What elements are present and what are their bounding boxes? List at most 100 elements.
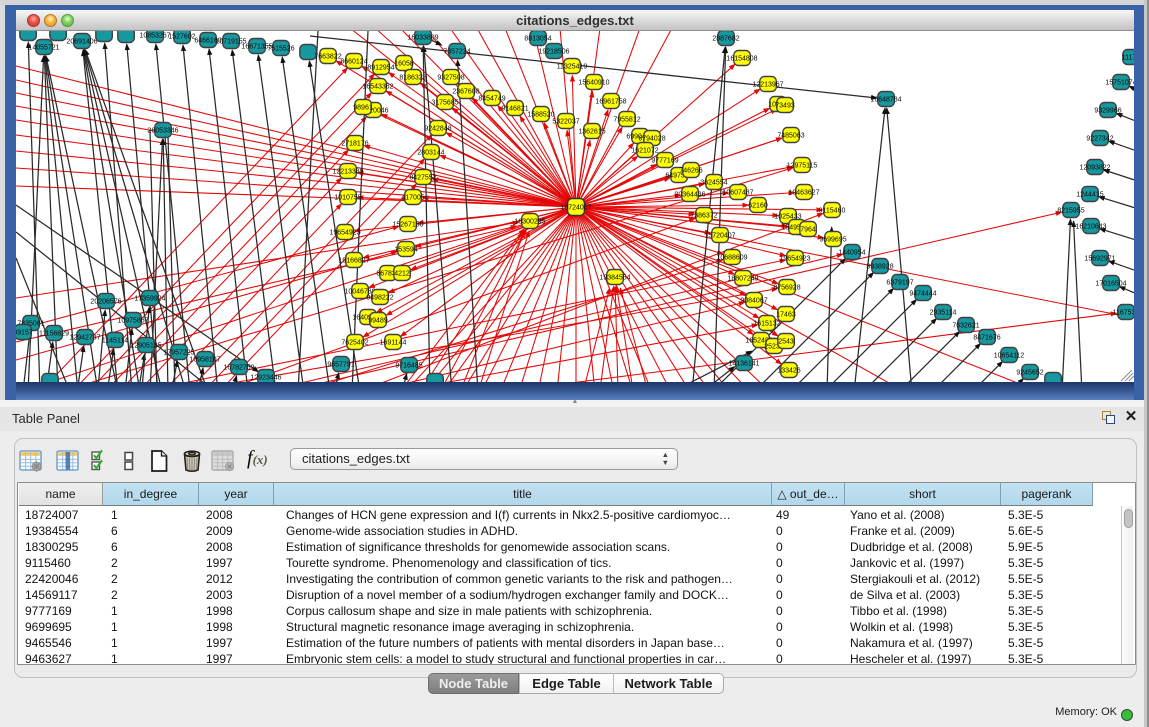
svg-text:1010755: 1010755: [334, 194, 361, 201]
svg-text:1527602: 1527602: [168, 33, 195, 40]
svg-text:7386372: 7386372: [690, 212, 717, 219]
svg-text:17463: 17463: [776, 311, 796, 318]
svg-text:10975867: 10975867: [117, 317, 148, 324]
svg-text:16782759: 16782759: [223, 364, 254, 371]
svg-text:19654923: 19654923: [329, 229, 360, 236]
svg-text:1167534: 1167534: [1113, 309, 1134, 316]
svg-text:16961758: 16961758: [595, 98, 626, 105]
svg-text:8660124: 8660124: [340, 58, 367, 65]
svg-text:5322037: 5322037: [552, 118, 579, 125]
svg-text:9084067: 9084067: [740, 297, 767, 304]
svg-text:15751074: 15751074: [1105, 79, 1134, 86]
svg-text:2543: 2543: [778, 338, 794, 345]
svg-text:9146821: 9146821: [501, 105, 528, 112]
svg-text:12213389: 12213389: [332, 168, 363, 175]
svg-text:1691144: 1691144: [380, 339, 407, 346]
svg-text:1621072: 1621072: [631, 147, 658, 154]
svg-text:6379197: 6379197: [886, 279, 913, 286]
svg-text:99489: 99489: [368, 317, 388, 324]
svg-text:7485063: 7485063: [777, 132, 804, 139]
svg-text:17957225: 17957225: [163, 349, 194, 356]
svg-text:18807249: 18807249: [727, 275, 758, 282]
svg-text:12923446: 12923446: [250, 374, 281, 381]
svg-text:20691406: 20691406: [66, 38, 97, 45]
svg-text:19384554: 19384554: [599, 274, 630, 281]
svg-text:18300295: 18300295: [514, 218, 545, 225]
svg-text:3175685: 3175685: [431, 99, 458, 106]
svg-text:15720407: 15720407: [704, 232, 735, 239]
svg-text:6794028: 6794028: [638, 135, 665, 142]
svg-text:4212: 4212: [394, 270, 410, 277]
svg-text:8756928: 8756928: [773, 284, 800, 291]
svg-text:19166827: 19166827: [338, 257, 369, 264]
svg-text:14136141: 14136141: [728, 360, 759, 367]
svg-text:1244415: 1244415: [1076, 191, 1103, 198]
svg-text:8186323: 8186323: [399, 74, 426, 81]
svg-text:133426: 133426: [777, 367, 800, 374]
svg-text:20206576: 20206576: [90, 298, 121, 305]
svg-text:7663822: 7663822: [314, 53, 341, 60]
svg-text:1362615: 1362615: [578, 128, 605, 135]
svg-text:16543362: 16543362: [362, 83, 393, 90]
svg-text:2887682: 2887682: [712, 35, 739, 42]
svg-text:8938928: 8938928: [866, 263, 893, 270]
svg-text:8912954: 8912954: [367, 64, 394, 71]
svg-text:1615132: 1615132: [753, 320, 780, 327]
svg-text:12975115: 12975115: [787, 162, 818, 169]
svg-text:8427552: 8427552: [409, 174, 436, 181]
svg-text:7357224: 7357224: [443, 48, 470, 55]
svg-text:9699695: 9699695: [819, 236, 846, 243]
svg-text:8471676: 8471676: [973, 334, 1000, 341]
svg-text:15267150: 15267150: [392, 221, 423, 228]
svg-text:39157: 39157: [16, 329, 33, 336]
svg-text:11156829: 11156829: [39, 330, 69, 337]
svg-text:153594: 153594: [394, 246, 417, 253]
svg-text:10654112: 10654112: [994, 352, 1025, 359]
svg-text:12942737: 12942737: [69, 334, 100, 341]
svg-text:10853267: 10853267: [139, 32, 170, 39]
svg-text:19463627: 19463627: [788, 189, 819, 196]
svg-text:9227342: 9227342: [1086, 135, 1113, 142]
svg-text:1145114: 1145114: [102, 337, 128, 344]
svg-text:7625402: 7625402: [341, 339, 368, 346]
svg-text:746266: 746266: [679, 167, 702, 174]
svg-text:10688609: 10688609: [716, 254, 747, 261]
svg-text:11325419: 11325419: [557, 63, 588, 70]
svg-text:10607487: 10607487: [722, 189, 753, 196]
svg-text:9242848: 9242848: [424, 125, 451, 132]
svg-text:12093822: 12093822: [1079, 164, 1110, 171]
svg-text:16648784: 16648784: [870, 96, 901, 103]
svg-text:3624554: 3624554: [700, 179, 727, 186]
svg-text:1588520: 1588520: [527, 111, 554, 118]
svg-text:15640910: 15640910: [578, 79, 609, 86]
svg-text:12905135: 12905135: [130, 342, 161, 349]
svg-text:2718176: 2718176: [341, 140, 368, 147]
svg-text:2803144: 2803144: [417, 149, 444, 156]
svg-text:8454749: 8454749: [478, 95, 505, 102]
svg-text:73493: 73493: [775, 102, 795, 109]
svg-text:2367608: 2367608: [452, 88, 479, 95]
svg-text:9327508: 9327508: [437, 74, 464, 81]
svg-text:9657791: 9657791: [327, 361, 354, 368]
svg-text:9245652: 9245652: [1016, 369, 1043, 376]
svg-text:19654923: 19654923: [779, 255, 810, 262]
svg-text:16154808: 16154808: [726, 55, 757, 62]
svg-text:1440954: 1440954: [838, 249, 865, 256]
svg-text:10958107: 10958107: [189, 356, 220, 363]
svg-text:15692971: 15692971: [1084, 255, 1115, 262]
svg-text:2935114: 2935114: [930, 309, 957, 316]
svg-text:9329966: 9329966: [1094, 107, 1121, 114]
svg-text:9716485: 9716485: [395, 362, 422, 369]
svg-text:16033809: 16033809: [407, 34, 438, 41]
svg-text:11172: 11172: [1122, 54, 1134, 61]
svg-text:17016504: 17016504: [1095, 280, 1126, 287]
svg-text:16210643: 16210643: [1075, 223, 1106, 230]
svg-text:16058: 16058: [394, 60, 414, 67]
svg-text:417005: 417005: [401, 194, 424, 201]
svg-text:7964: 7964: [800, 226, 816, 233]
svg-text:7515526: 7515526: [267, 45, 294, 52]
svg-text:20364436: 20364436: [674, 191, 705, 198]
svg-text:98961: 98961: [353, 104, 373, 111]
svg-text:7632621: 7632621: [952, 322, 979, 329]
svg-text:17359924: 17359924: [134, 295, 165, 302]
